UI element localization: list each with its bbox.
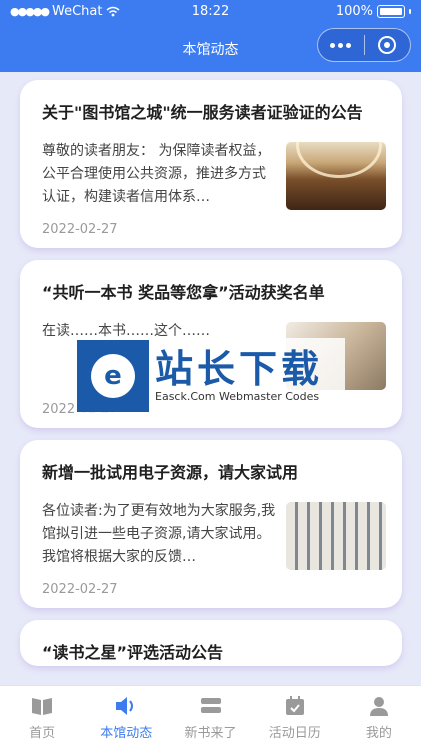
tab-label: 本馆动态 <box>100 726 153 741</box>
close-ring-icon <box>378 36 397 54</box>
battery-percent: 100% <box>335 4 373 19</box>
calendar-check-icon <box>283 694 307 718</box>
watermark-subtitle: Easck.Com Webmaster Codes <box>155 390 320 403</box>
tab-new-books[interactable]: 新书来了 <box>168 686 252 751</box>
speaker-icon <box>114 694 138 718</box>
status-bar: ●●●●● WeChat 18:22 100% <box>0 0 421 24</box>
close-miniprogram-button[interactable] <box>364 36 410 54</box>
more-options-button[interactable] <box>318 42 364 48</box>
news-excerpt: 尊敬的读者朋友： 为保障读者权益，公平合理使用公共资源，推进多方式认证，构建读者… <box>42 143 271 205</box>
book-icon <box>30 694 54 718</box>
watermark-title: 站长下载 <box>155 347 324 391</box>
tab-home[interactable]: 首页 <box>0 686 84 751</box>
tab-label: 新书来了 <box>184 726 237 741</box>
tab-label: 首页 <box>29 726 56 741</box>
news-date: 2022-02-27 <box>42 582 118 597</box>
news-title: 新增一批试用电子资源，请大家试用 <box>42 463 299 482</box>
news-thumbnail <box>286 142 386 210</box>
miniprogram-capsule <box>317 28 411 62</box>
tab-label: 活动日历 <box>268 726 321 741</box>
watermark-overlay: e 站长下载 Easck.Com Webmaster Codes <box>75 338 345 414</box>
news-thumbnail <box>286 502 386 570</box>
tab-event-calendar[interactable]: 活动日历 <box>253 686 337 751</box>
news-title: “共听一本书 奖品等您拿”活动获奖名单 <box>42 283 325 302</box>
news-date: 2022-02-27 <box>42 222 118 237</box>
watermark-logo-icon: e <box>77 340 149 412</box>
news-title: 关于"图书馆之城"统一服务读者证验证的公告 <box>42 103 363 122</box>
tab-library-news[interactable]: 本馆动态 <box>84 686 168 751</box>
tab-label: 我的 <box>365 726 392 741</box>
news-card[interactable]: 关于"图书馆之城"统一服务读者证验证的公告 尊敬的读者朋友： 为保障读者权益，公… <box>20 80 402 248</box>
stack-icon <box>199 694 223 718</box>
bottom-tab-bar: 首页 本馆动态 新书来了 活动日历 我的 <box>0 685 421 751</box>
tab-mine[interactable]: 我的 <box>337 686 421 751</box>
nav-bar: 本馆动态 <box>0 24 421 72</box>
person-icon <box>367 694 391 718</box>
battery-icon <box>377 5 405 18</box>
news-excerpt: 各位读者:为了更有效地为大家服务,我馆拟引进一些电子资源,请大家试用。我馆将根据… <box>42 503 276 565</box>
news-card[interactable]: “读书之星”评选活动公告 <box>20 620 402 666</box>
news-card[interactable]: 新增一批试用电子资源，请大家试用 各位读者:为了更有效地为大家服务,我馆拟引进一… <box>20 440 402 608</box>
news-title: “读书之星”评选活动公告 <box>42 643 224 662</box>
